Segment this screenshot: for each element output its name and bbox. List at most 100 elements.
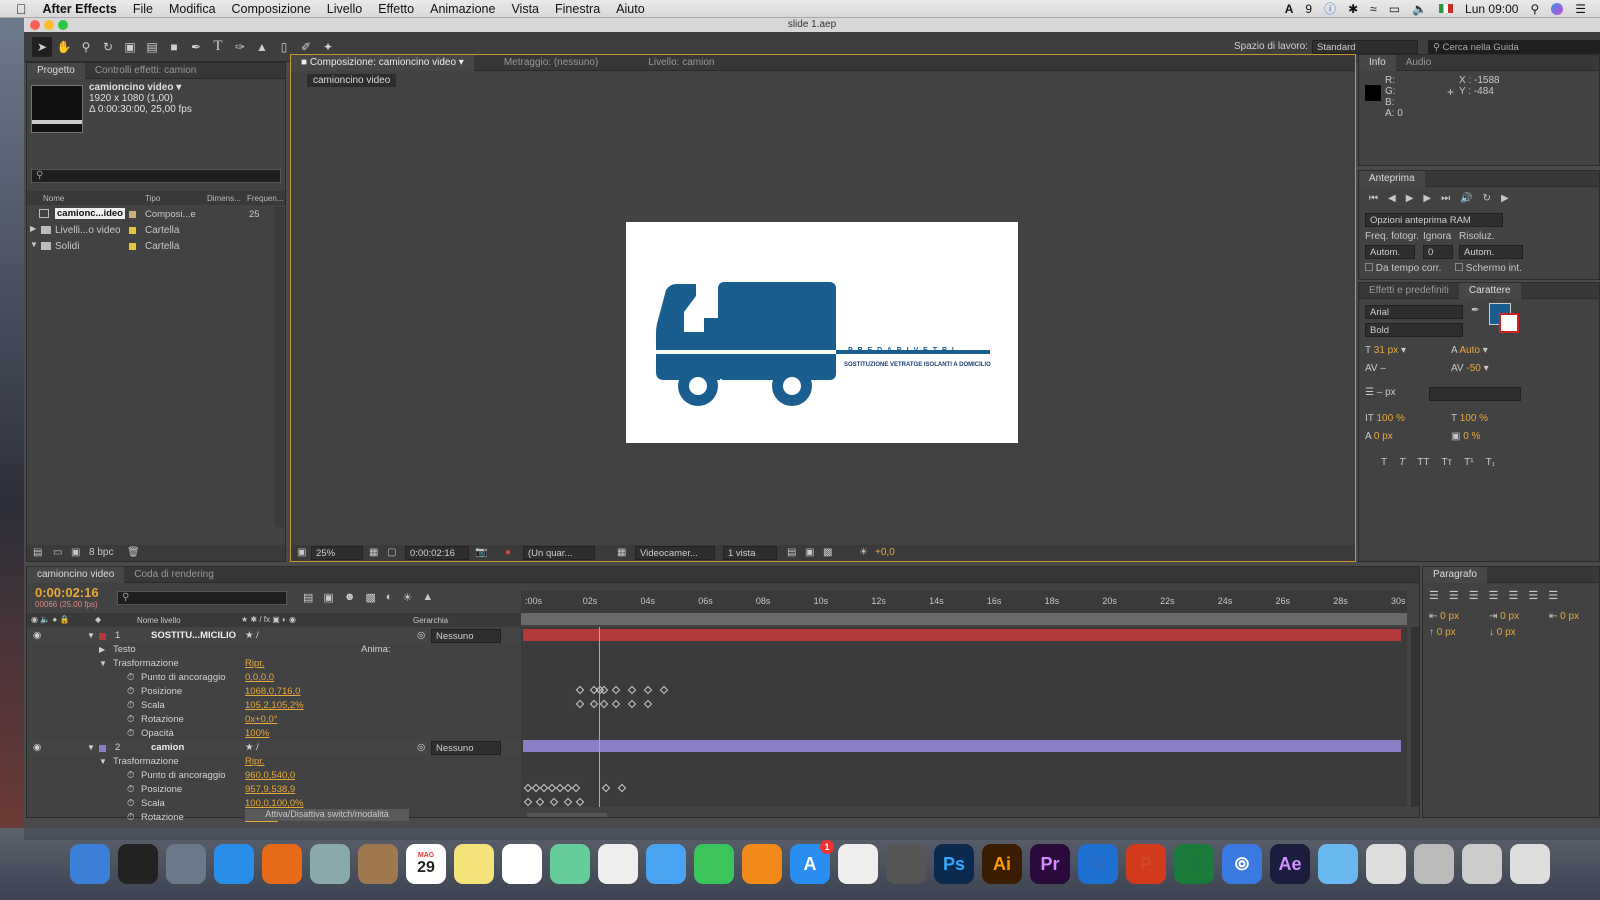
dock-reminders-icon[interactable] [502,844,542,884]
property-value[interactable]: Ripr. [245,755,265,769]
eyedropper-icon[interactable]: ✒ [1471,305,1479,316]
trash-icon[interactable]: 🗑 [127,547,140,558]
keyframe[interactable] [571,783,581,793]
tab-carattere[interactable]: Carattere [1458,282,1521,299]
stopwatch-icon[interactable]: ⏱ [127,727,134,741]
keyframe[interactable] [617,783,627,793]
first-frame-icon[interactable]: ⏮ [1369,193,1378,204]
keyframe[interactable] [523,797,533,807]
transparency-grid-icon[interactable]: ▦ [617,547,626,558]
mask-visibility-icon[interactable]: ▢ [387,547,396,558]
new-comp-icon[interactable]: ▣ [71,547,80,558]
tab-coda-rendering[interactable]: Coda di rendering [124,567,224,583]
horizontal-scale-field[interactable]: T 100 % [1451,413,1488,424]
camera-dropdown[interactable]: Videocamer... [635,546,715,560]
dock-firefox-icon[interactable] [262,844,302,884]
exposure-icon[interactable]: ☀ [859,547,868,558]
eye-icon[interactable]: ◉ [33,741,41,755]
dock-fetch-icon[interactable]: ⦾ [1222,844,1262,884]
timeline-layer-row[interactable]: ◉ ▼ 1 SOSTITU...MICILIO ★ / ◎ Nessuno [27,629,521,643]
disclosure-triangle-icon[interactable]: ▼ [99,657,107,671]
menu-aiuto[interactable]: Aiuto [608,2,653,16]
clone-stamp-tool-icon[interactable]: ▲ [252,37,272,57]
tab-composizione[interactable]: ■ Composizione: camioncino video ▾ [291,54,474,71]
eye-icon[interactable]: ◉ [33,629,41,643]
col-frequen[interactable]: Frequen... [247,194,283,203]
flag-icon[interactable] [1439,4,1454,13]
ram-options-dropdown[interactable]: Opzioni anteprima RAM [1365,213,1503,227]
minimize-button[interactable] [44,20,54,30]
property-value[interactable]: 105,2,105,2% [245,699,304,713]
new-folder-icon[interactable]: ▭ [53,547,62,558]
bluetooth-icon[interactable]: ✱ [1348,2,1358,16]
dock-scanner-icon[interactable] [1462,844,1502,884]
fast-preview-icon[interactable]: ▤ [787,547,796,558]
dock-system-preferences-icon[interactable] [886,844,926,884]
justify-all-icon[interactable]: ☰ [1548,589,1558,602]
dock-x-icon[interactable]: X [1174,844,1214,884]
disclosure-triangle-icon[interactable]: ▼ [30,240,38,249]
rotate-tool-icon[interactable]: ↻ [98,37,118,57]
keyframe[interactable] [575,685,585,695]
playhead[interactable] [599,627,600,807]
tab-progetto[interactable]: Progetto [27,62,85,79]
justify-right-icon[interactable]: ☰ [1528,589,1538,602]
menu-animazione[interactable]: Animazione [422,2,503,16]
resolution-dropdown[interactable]: (Un quar... [523,546,595,560]
info-icon[interactable]: ⓘ [1324,0,1336,17]
space-after-field[interactable]: ↓ 0 px [1489,627,1516,638]
dock-siri-icon[interactable] [118,844,158,884]
last-frame-icon[interactable]: ⏭ [1441,193,1450,204]
draft-3d-icon[interactable]: ▣ [323,591,333,604]
keyframe[interactable] [627,685,637,695]
layer-name[interactable]: camion [151,741,184,755]
timeline-property-row[interactable]: ▼ Trasformazione Ripr. [27,657,521,671]
fullscreen-checkbox[interactable]: Schermo int. [1455,263,1522,274]
dock-pr-icon[interactable]: Pr [1030,844,1070,884]
property-value[interactable]: 0x+0,0° [245,713,278,727]
menu-livello[interactable]: Livello [319,2,370,16]
subscript-icon[interactable]: T₁ [1486,457,1495,468]
align-center-icon[interactable]: ☰ [1449,589,1459,602]
menu-file[interactable]: File [125,2,161,16]
toggle-switch-modes[interactable]: Attiva/Disattiva switch/modalità [245,809,409,821]
keyframe[interactable] [535,797,545,807]
tracking-field[interactable]: AV -50 ▾ [1451,363,1489,374]
dock-downloads-icon[interactable] [1318,844,1358,884]
timeline-property-row[interactable]: ▼ Trasformazione Ripr. [27,755,521,769]
faux-bold-icon[interactable]: T [1381,457,1387,468]
volume-icon[interactable]: 🔈 [1412,2,1427,16]
keyframe[interactable] [611,699,621,709]
col-gerarchia[interactable]: Gerarchia [413,616,448,625]
workspace-dropdown[interactable]: Standard [1312,40,1418,54]
project-item-comp[interactable]: camionc...ideo Composi...e 25 [27,207,275,222]
dock-itunes-icon[interactable] [838,844,878,884]
brainstorm-icon[interactable]: ☀ [402,591,412,604]
stopwatch-icon[interactable]: ⏱ [127,699,134,713]
stopwatch-icon[interactable]: ⏱ [127,713,134,727]
parent-pickwhip-icon[interactable]: ◎ [417,629,425,643]
layer-switches[interactable]: ★ / [245,741,259,755]
project-search-input[interactable]: ⚲ [31,169,281,183]
stroke-width-field[interactable]: ☰ – px [1365,387,1396,398]
col-nome-livello[interactable]: Nome livello [137,616,181,625]
space-before-field[interactable]: ↑ 0 px [1429,627,1456,638]
tab-metraggio[interactable]: Metraggio: (nessuno) [494,55,609,71]
keyframe[interactable] [575,699,585,709]
keyframe[interactable] [611,685,621,695]
siri-icon[interactable] [1551,2,1564,15]
next-frame-icon[interactable]: ▶ [1423,193,1431,204]
layer-name[interactable]: SOSTITU...MICILIO [151,629,236,643]
work-area-bar[interactable] [521,613,1407,625]
pan-behind-tool-icon[interactable]: ▤ [142,37,162,57]
notification-center-icon[interactable]: ☰ [1575,2,1586,16]
tsume-field[interactable]: ▣ 0 % [1451,431,1480,442]
dock-finder2-icon[interactable] [1366,844,1406,884]
dock-ai-icon[interactable]: Ai [982,844,1022,884]
dock-safari-icon[interactable] [214,844,254,884]
dock-app-store-icon[interactable]: A1 [790,840,834,884]
help-search-input[interactable]: ⚲ Cerca nella Guida [1428,40,1600,54]
anima-label[interactable]: Anima: [361,643,391,657]
property-value[interactable]: Ripr. [245,657,265,671]
keyframe[interactable] [643,699,653,709]
